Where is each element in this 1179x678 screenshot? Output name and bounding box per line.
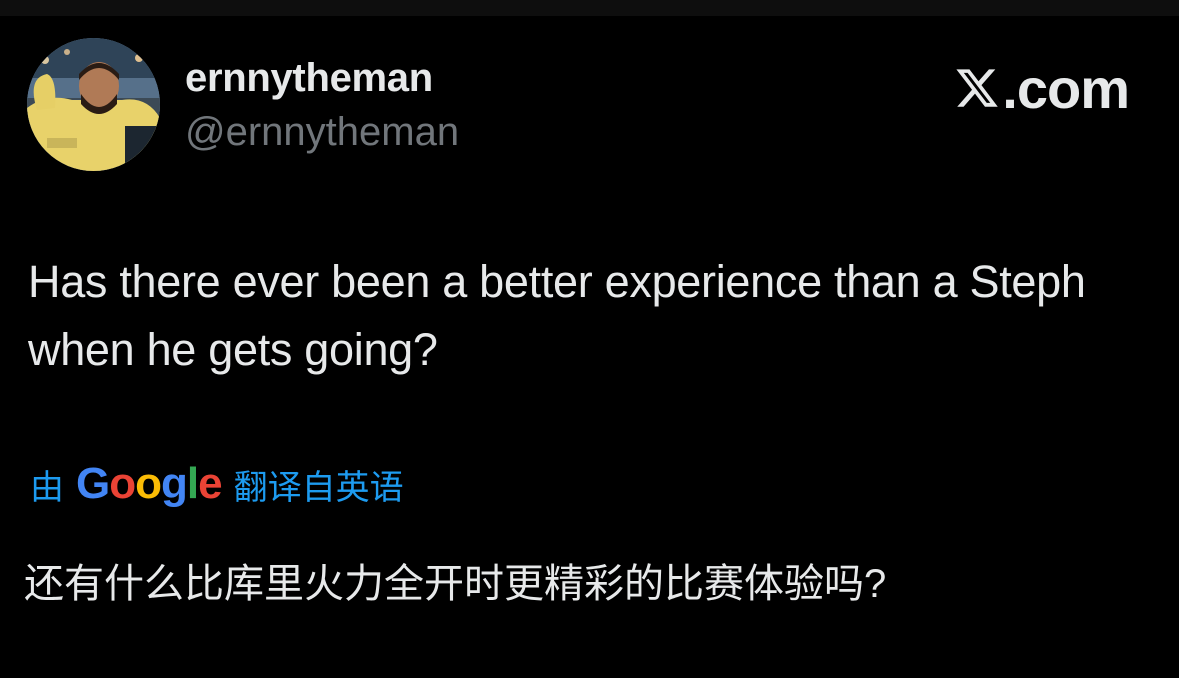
google-letter: G bbox=[76, 459, 110, 508]
translated-tweet-text: 还有什么比库里火力全开时更精彩的比赛体验吗? bbox=[24, 562, 887, 606]
avatar[interactable] bbox=[27, 38, 160, 171]
x-logo-icon bbox=[956, 69, 999, 107]
tweet-text: Has there ever been a better experience … bbox=[28, 256, 1086, 375]
translated-by-suffix: 翻译自英语 bbox=[233, 468, 404, 507]
google-letter: g bbox=[161, 459, 188, 508]
translated-by-prefix: 由 bbox=[30, 468, 64, 507]
top-status-strip bbox=[0, 0, 1179, 16]
google-letter: o bbox=[135, 459, 162, 508]
google-letter: e bbox=[198, 459, 223, 508]
user-handle[interactable]: @ernnytheman bbox=[185, 110, 459, 155]
google-letter: l bbox=[186, 459, 199, 508]
translated-by-google-link[interactable]: 由 Google 翻译自英语 bbox=[30, 454, 404, 514]
brand-domain-suffix: .com bbox=[1002, 56, 1130, 120]
avatar-photo bbox=[27, 38, 160, 171]
google-logo: Google bbox=[76, 459, 223, 509]
x-brand-logo: .com bbox=[954, 56, 1130, 120]
display-name[interactable]: ernnytheman bbox=[185, 56, 433, 101]
google-letter: o bbox=[109, 459, 136, 508]
